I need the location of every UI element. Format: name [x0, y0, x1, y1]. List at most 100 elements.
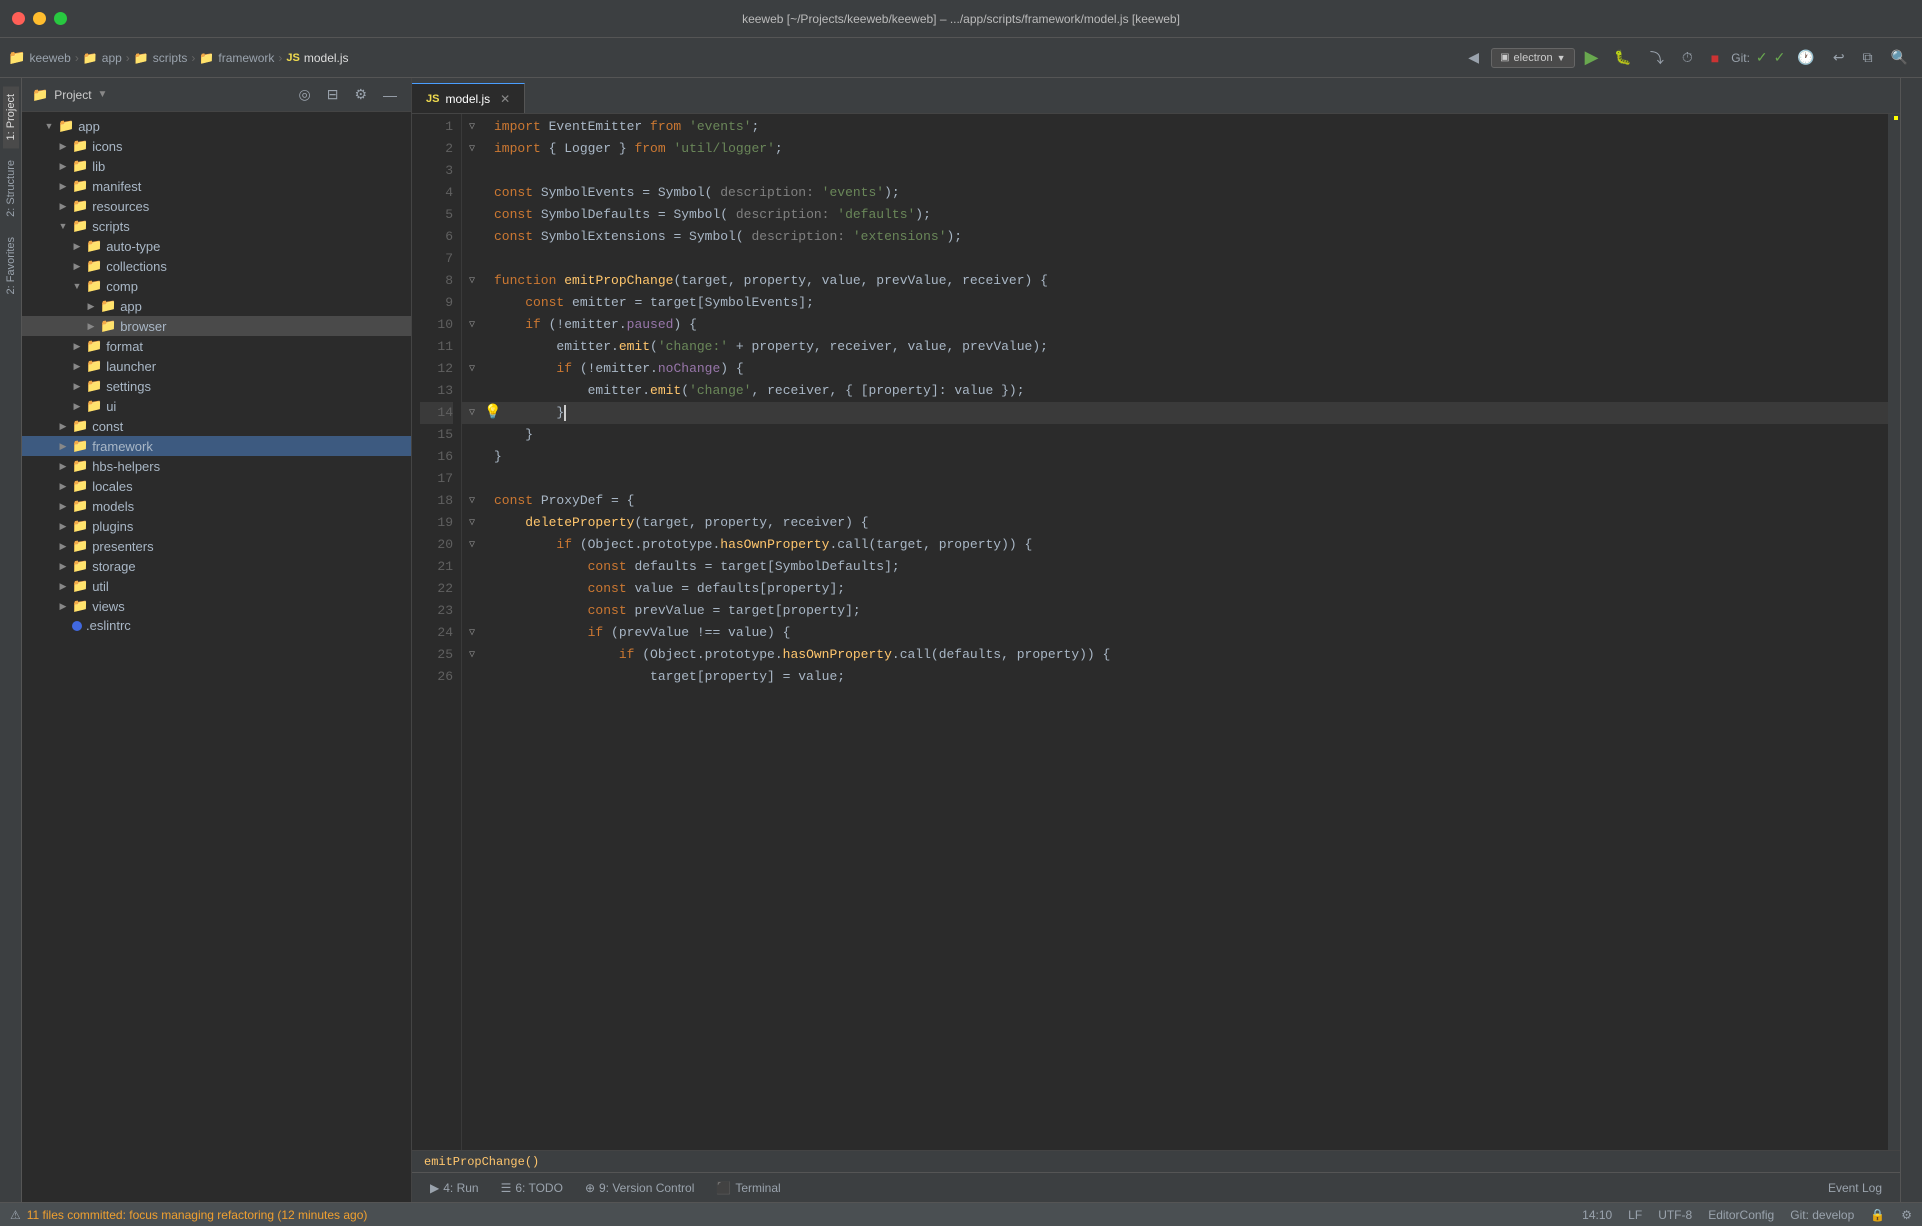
- fold-1[interactable]: ▽: [462, 116, 482, 138]
- terminal-panel-button[interactable]: ⬛ Terminal: [706, 1177, 790, 1199]
- git-check-icon: ✓: [1756, 49, 1768, 66]
- folder-ui[interactable]: ▶ 📁 ui: [22, 396, 411, 416]
- vcs-icon: ⊕: [585, 1181, 595, 1195]
- maximize-button[interactable]: [54, 12, 67, 25]
- fold-20[interactable]: ▽: [462, 534, 482, 556]
- editor-scrollbar[interactable]: [1888, 114, 1900, 1150]
- profile-button[interactable]: ⏱: [1676, 45, 1699, 70]
- folder-framework[interactable]: ▶ 📁 framework: [22, 436, 411, 456]
- fold-10[interactable]: ▽: [462, 314, 482, 336]
- fold-12[interactable]: ▽: [462, 358, 482, 380]
- event-log-button[interactable]: Event Log: [1818, 1177, 1892, 1199]
- lock-icon: 🔒: [1870, 1208, 1885, 1222]
- folder-util-label: util: [92, 579, 109, 594]
- folder-comp-app[interactable]: ▶ 📁 app: [22, 296, 411, 316]
- back-button[interactable]: ◀: [1462, 45, 1485, 70]
- code-line: const ProxyDef = {: [482, 490, 1888, 512]
- git-check2-icon: ✓: [1774, 49, 1786, 66]
- code-line: emitter.emit('change', receiver, { [prop…: [482, 380, 1888, 402]
- fold-14[interactable]: ▽: [462, 402, 482, 424]
- code-line: const defaults = target[SymbolDefaults];: [482, 556, 1888, 578]
- code-content[interactable]: import EventEmitter from 'events'; impor…: [482, 114, 1888, 1150]
- code-line: const SymbolExtensions = Symbol( descrip…: [482, 226, 1888, 248]
- folder-locales[interactable]: ▶ 📁 locales: [22, 476, 411, 496]
- fold-18[interactable]: ▽: [462, 490, 482, 512]
- folder-app[interactable]: ▼ 📁 app: [22, 116, 411, 136]
- indent-config[interactable]: EditorConfig: [1708, 1208, 1774, 1222]
- stop-button[interactable]: ■: [1705, 46, 1725, 70]
- todo-label: 6: TODO: [515, 1181, 563, 1195]
- git-copy-button[interactable]: ⧉: [1857, 45, 1879, 70]
- breadcrumb-file[interactable]: model.js: [304, 51, 349, 65]
- fold-24[interactable]: ▽: [462, 622, 482, 644]
- tab-close-button[interactable]: ✕: [500, 92, 510, 106]
- version-control-panel-button[interactable]: ⊕ 9: Version Control: [575, 1177, 704, 1199]
- folder-hbs-helpers[interactable]: ▶ 📁 hbs-helpers: [22, 456, 411, 476]
- run-panel-button[interactable]: ▶ 4: Run: [420, 1177, 489, 1199]
- code-line: if (!emitter.paused) {: [482, 314, 1888, 336]
- favorites-tab[interactable]: 2: Favorites: [3, 229, 19, 302]
- fold-19[interactable]: ▽: [462, 512, 482, 534]
- status-settings-icon[interactable]: ⚙: [1901, 1208, 1912, 1222]
- folder-comp-label: comp: [106, 279, 138, 294]
- folder-launcher-label: launcher: [106, 359, 156, 374]
- nav-bar: 📁 keeweb › 📁 app › 📁 scripts › 📁 framewo…: [0, 38, 1922, 78]
- folder-autotype[interactable]: ▶ 📁 auto-type: [22, 236, 411, 256]
- folder-scripts-label: scripts: [92, 219, 130, 234]
- run-button[interactable]: ▶: [1581, 45, 1603, 70]
- git-history-button[interactable]: 🕐: [1791, 45, 1820, 70]
- folder-format[interactable]: ▶ 📁 format: [22, 336, 411, 356]
- folder-util[interactable]: ▶ 📁 util: [22, 576, 411, 596]
- folder-lib[interactable]: ▶ 📁 lib: [22, 156, 411, 176]
- status-warning-icon: ⚠: [10, 1208, 21, 1222]
- step-button[interactable]: ⤵: [1644, 44, 1670, 72]
- folder-presenters[interactable]: ▶ 📁 presenters: [22, 536, 411, 556]
- fold-2[interactable]: ▽: [462, 138, 482, 160]
- folder-settings[interactable]: ▶ 📁 settings: [22, 376, 411, 396]
- breadcrumb-keeweb[interactable]: keeweb: [29, 51, 70, 65]
- breadcrumb-app[interactable]: app: [102, 51, 122, 65]
- breadcrumb-scripts[interactable]: scripts: [153, 51, 188, 65]
- git-revert-button[interactable]: ↩: [1827, 45, 1851, 70]
- folder-locales-label: locales: [92, 479, 132, 494]
- project-tab[interactable]: 1: Project: [3, 86, 19, 148]
- git-branch[interactable]: Git: develop: [1790, 1208, 1854, 1222]
- sidebar-collapse-button[interactable]: ⊟: [323, 84, 343, 105]
- folder-const[interactable]: ▶ 📁 const: [22, 416, 411, 436]
- todo-panel-button[interactable]: ☰ 6: TODO: [491, 1177, 573, 1199]
- folder-scripts[interactable]: ▼ 📁 scripts: [22, 216, 411, 236]
- run-label: 4: Run: [443, 1181, 478, 1195]
- folder-models[interactable]: ▶ 📁 models: [22, 496, 411, 516]
- code-line: deleteProperty(target, property, receive…: [482, 512, 1888, 534]
- line-separator[interactable]: LF: [1628, 1208, 1642, 1222]
- folder-browser[interactable]: ▶ 📁 browser: [22, 316, 411, 336]
- fold-25[interactable]: ▽: [462, 644, 482, 666]
- tab-modeljs[interactable]: JS model.js ✕: [412, 83, 525, 113]
- folder-launcher[interactable]: ▶ 📁 launcher: [22, 356, 411, 376]
- folder-manifest[interactable]: ▶ 📁 manifest: [22, 176, 411, 196]
- close-button[interactable]: [12, 12, 25, 25]
- file-eslintrc[interactable]: ▶ .eslintrc: [22, 616, 411, 635]
- folder-icons[interactable]: ▶ 📁 icons: [22, 136, 411, 156]
- folder-views[interactable]: ▶ 📁 views: [22, 596, 411, 616]
- folder-collections[interactable]: ▶ 📁 collections: [22, 256, 411, 276]
- breadcrumb-framework[interactable]: framework: [218, 51, 274, 65]
- run-config-button[interactable]: ▣ electron ▼: [1491, 48, 1575, 68]
- folder-plugins[interactable]: ▶ 📁 plugins: [22, 516, 411, 536]
- structure-tab[interactable]: 2: Structure: [3, 152, 19, 225]
- folder-storage[interactable]: ▶ 📁 storage: [22, 556, 411, 576]
- folder-resources[interactable]: ▶ 📁 resources: [22, 196, 411, 216]
- cursor-position[interactable]: 14:10: [1582, 1208, 1612, 1222]
- sidebar-settings-button[interactable]: ⚙: [350, 84, 371, 105]
- status-right: 14:10 LF UTF-8 EditorConfig Git: develop…: [1582, 1208, 1912, 1222]
- sidebar-minimize-button[interactable]: —: [379, 85, 401, 105]
- debug-button[interactable]: 🐛: [1608, 45, 1637, 70]
- sidebar-locate-button[interactable]: ◎: [294, 84, 314, 105]
- folder-comp[interactable]: ▼ 📁 comp: [22, 276, 411, 296]
- fold-8[interactable]: ▽: [462, 270, 482, 292]
- encoding[interactable]: UTF-8: [1658, 1208, 1692, 1222]
- minimize-button[interactable]: [33, 12, 46, 25]
- folder-resources-label: resources: [92, 199, 149, 214]
- search-button[interactable]: 🔍: [1885, 45, 1914, 70]
- folder-storage-label: storage: [92, 559, 135, 574]
